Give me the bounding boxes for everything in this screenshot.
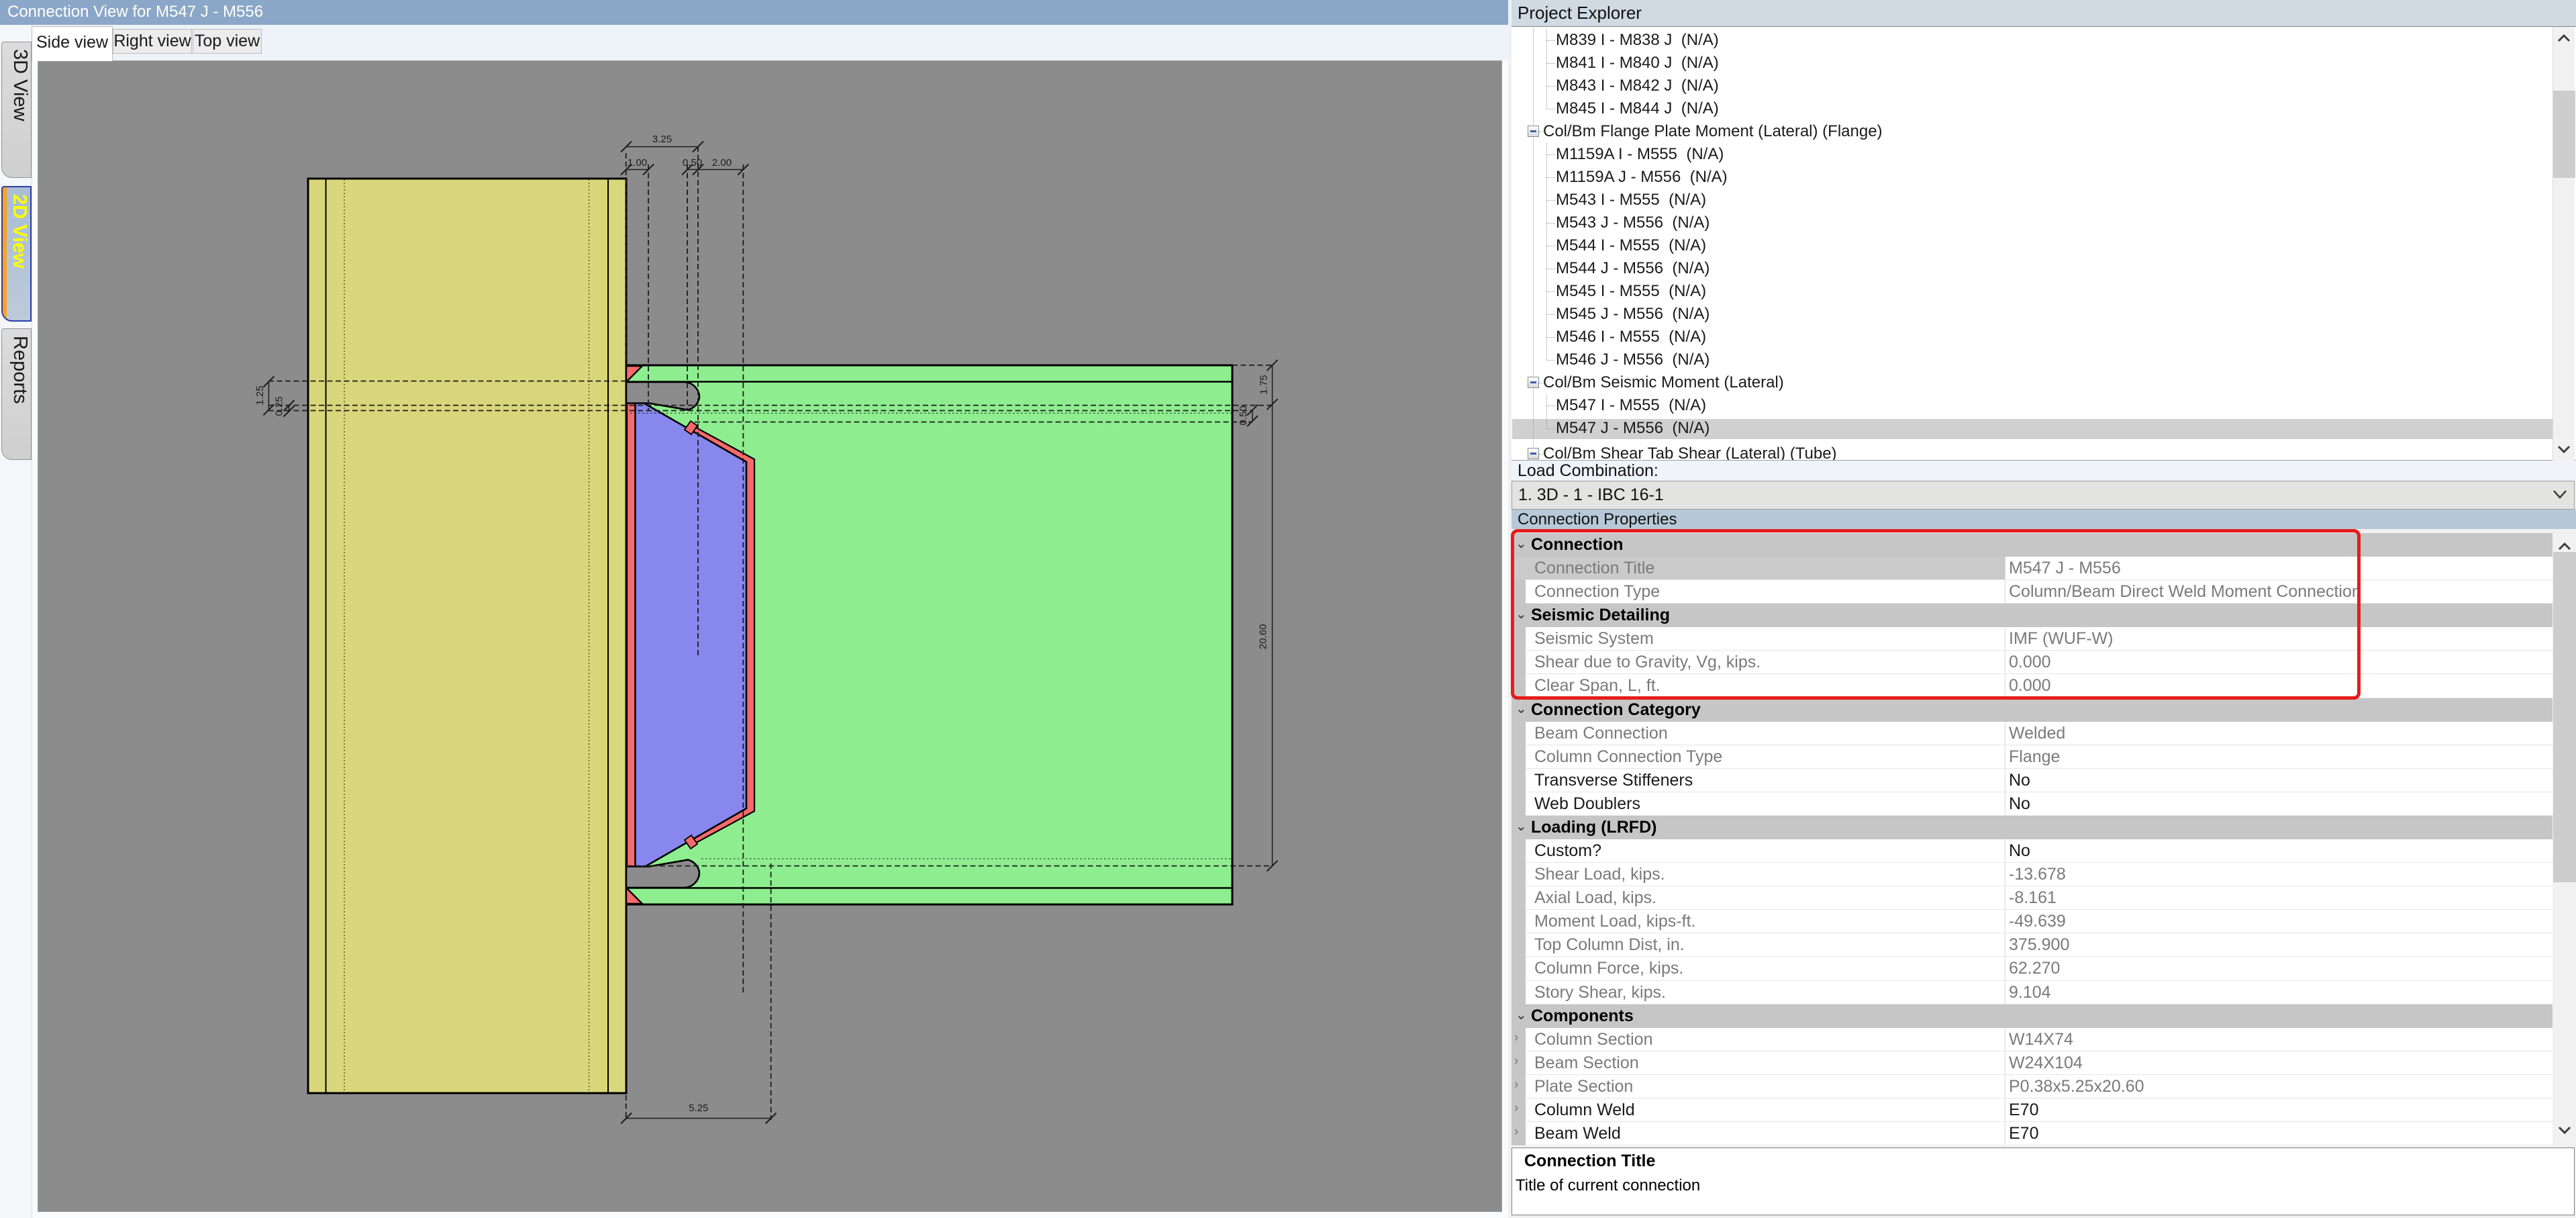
svg-text:20.60: 20.60 (1258, 624, 1269, 649)
svg-text:2.00: 2.00 (712, 157, 732, 169)
svg-text:0.50: 0.50 (1238, 406, 1249, 425)
svg-text:1.75: 1.75 (1258, 375, 1269, 394)
svg-text:1.25: 1.25 (254, 385, 266, 405)
svg-text:3.25: 3.25 (652, 134, 672, 145)
svg-text:1.00: 1.00 (628, 157, 647, 169)
svg-text:0.50: 0.50 (683, 157, 702, 169)
svg-text:0.25: 0.25 (273, 396, 285, 416)
svg-text:5.25: 5.25 (689, 1103, 708, 1114)
